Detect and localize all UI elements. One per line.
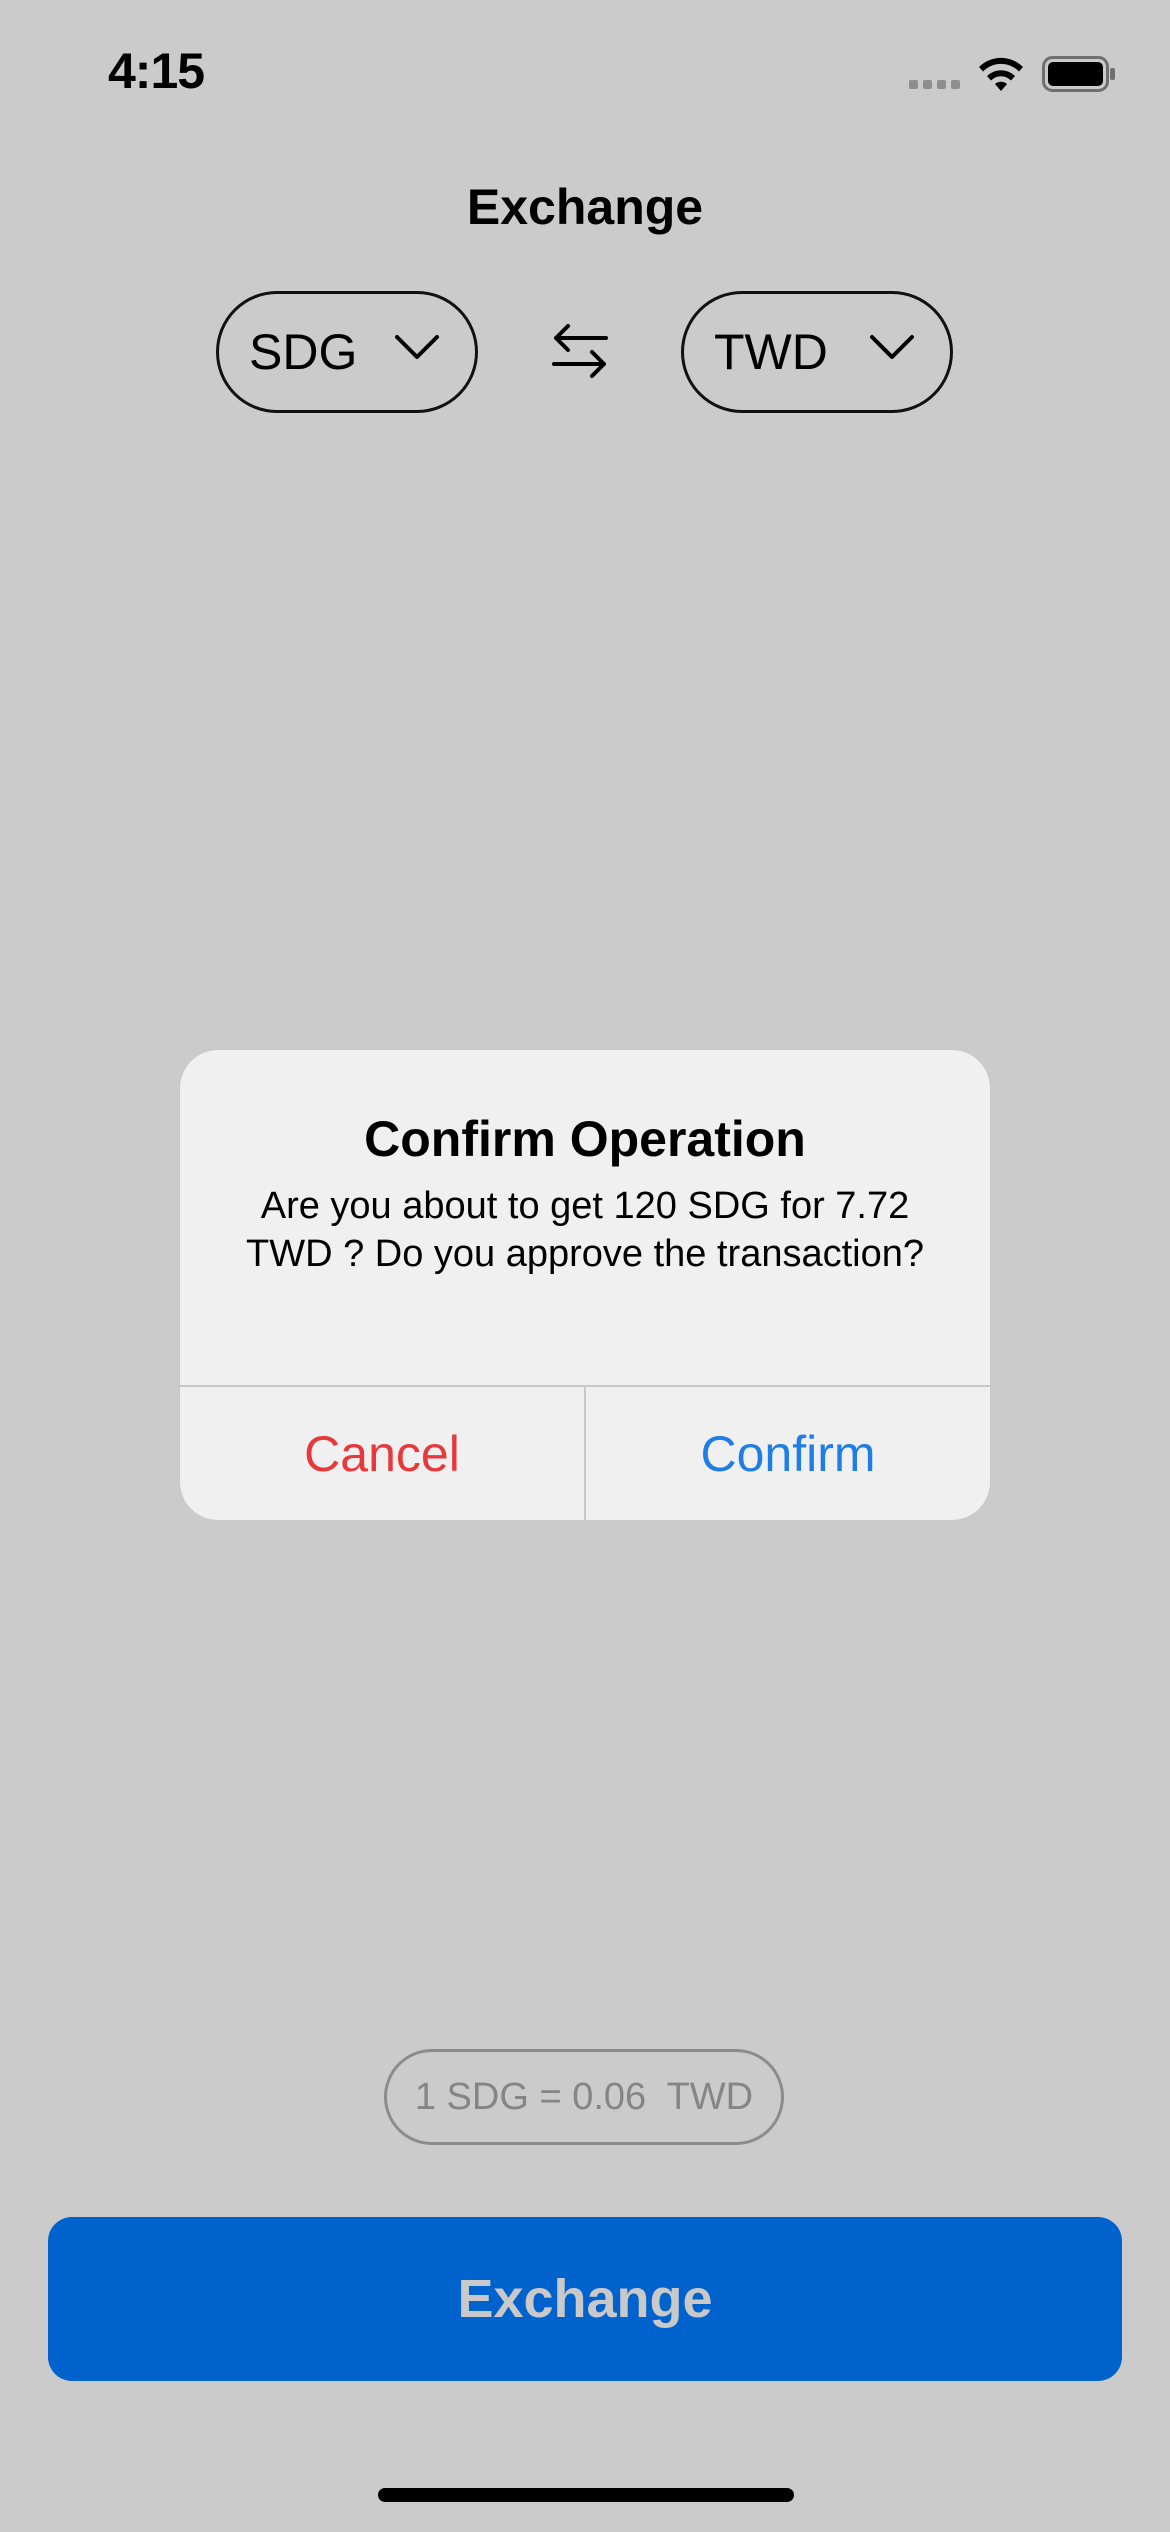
page-title: Exchange bbox=[466, 179, 704, 235]
wifi-icon bbox=[976, 55, 1026, 93]
confirm-button[interactable]: Confirm bbox=[586, 1387, 990, 1520]
status-icons bbox=[909, 54, 1116, 94]
chevron-down-icon bbox=[393, 332, 441, 367]
cellular-signal-icon bbox=[909, 59, 960, 89]
exchange-button[interactable]: Exchange bbox=[48, 2217, 1122, 2381]
status-time: 4:15 bbox=[108, 43, 205, 99]
from-currency-picker[interactable]: SDG bbox=[216, 291, 478, 413]
confirm-dialog: Confirm Operation Are you about to get 1… bbox=[180, 1050, 990, 1520]
swap-arrows-icon[interactable] bbox=[548, 320, 612, 387]
battery-icon bbox=[1042, 56, 1116, 92]
dialog-title: Confirm Operation bbox=[364, 1111, 806, 1167]
chevron-down-icon bbox=[868, 332, 916, 367]
to-currency-label: TWD bbox=[714, 324, 828, 380]
home-indicator bbox=[378, 2488, 794, 2502]
exchange-rate-badge: 1 SDG = 0.06 TWD bbox=[384, 2049, 784, 2145]
from-currency-label: SDG bbox=[249, 324, 358, 380]
cancel-button[interactable]: Cancel bbox=[180, 1387, 584, 1520]
to-currency-picker[interactable]: TWD bbox=[681, 291, 953, 413]
dialog-message: Are you about to get 120 SDG for 7.72 TW… bbox=[245, 1185, 924, 1275]
